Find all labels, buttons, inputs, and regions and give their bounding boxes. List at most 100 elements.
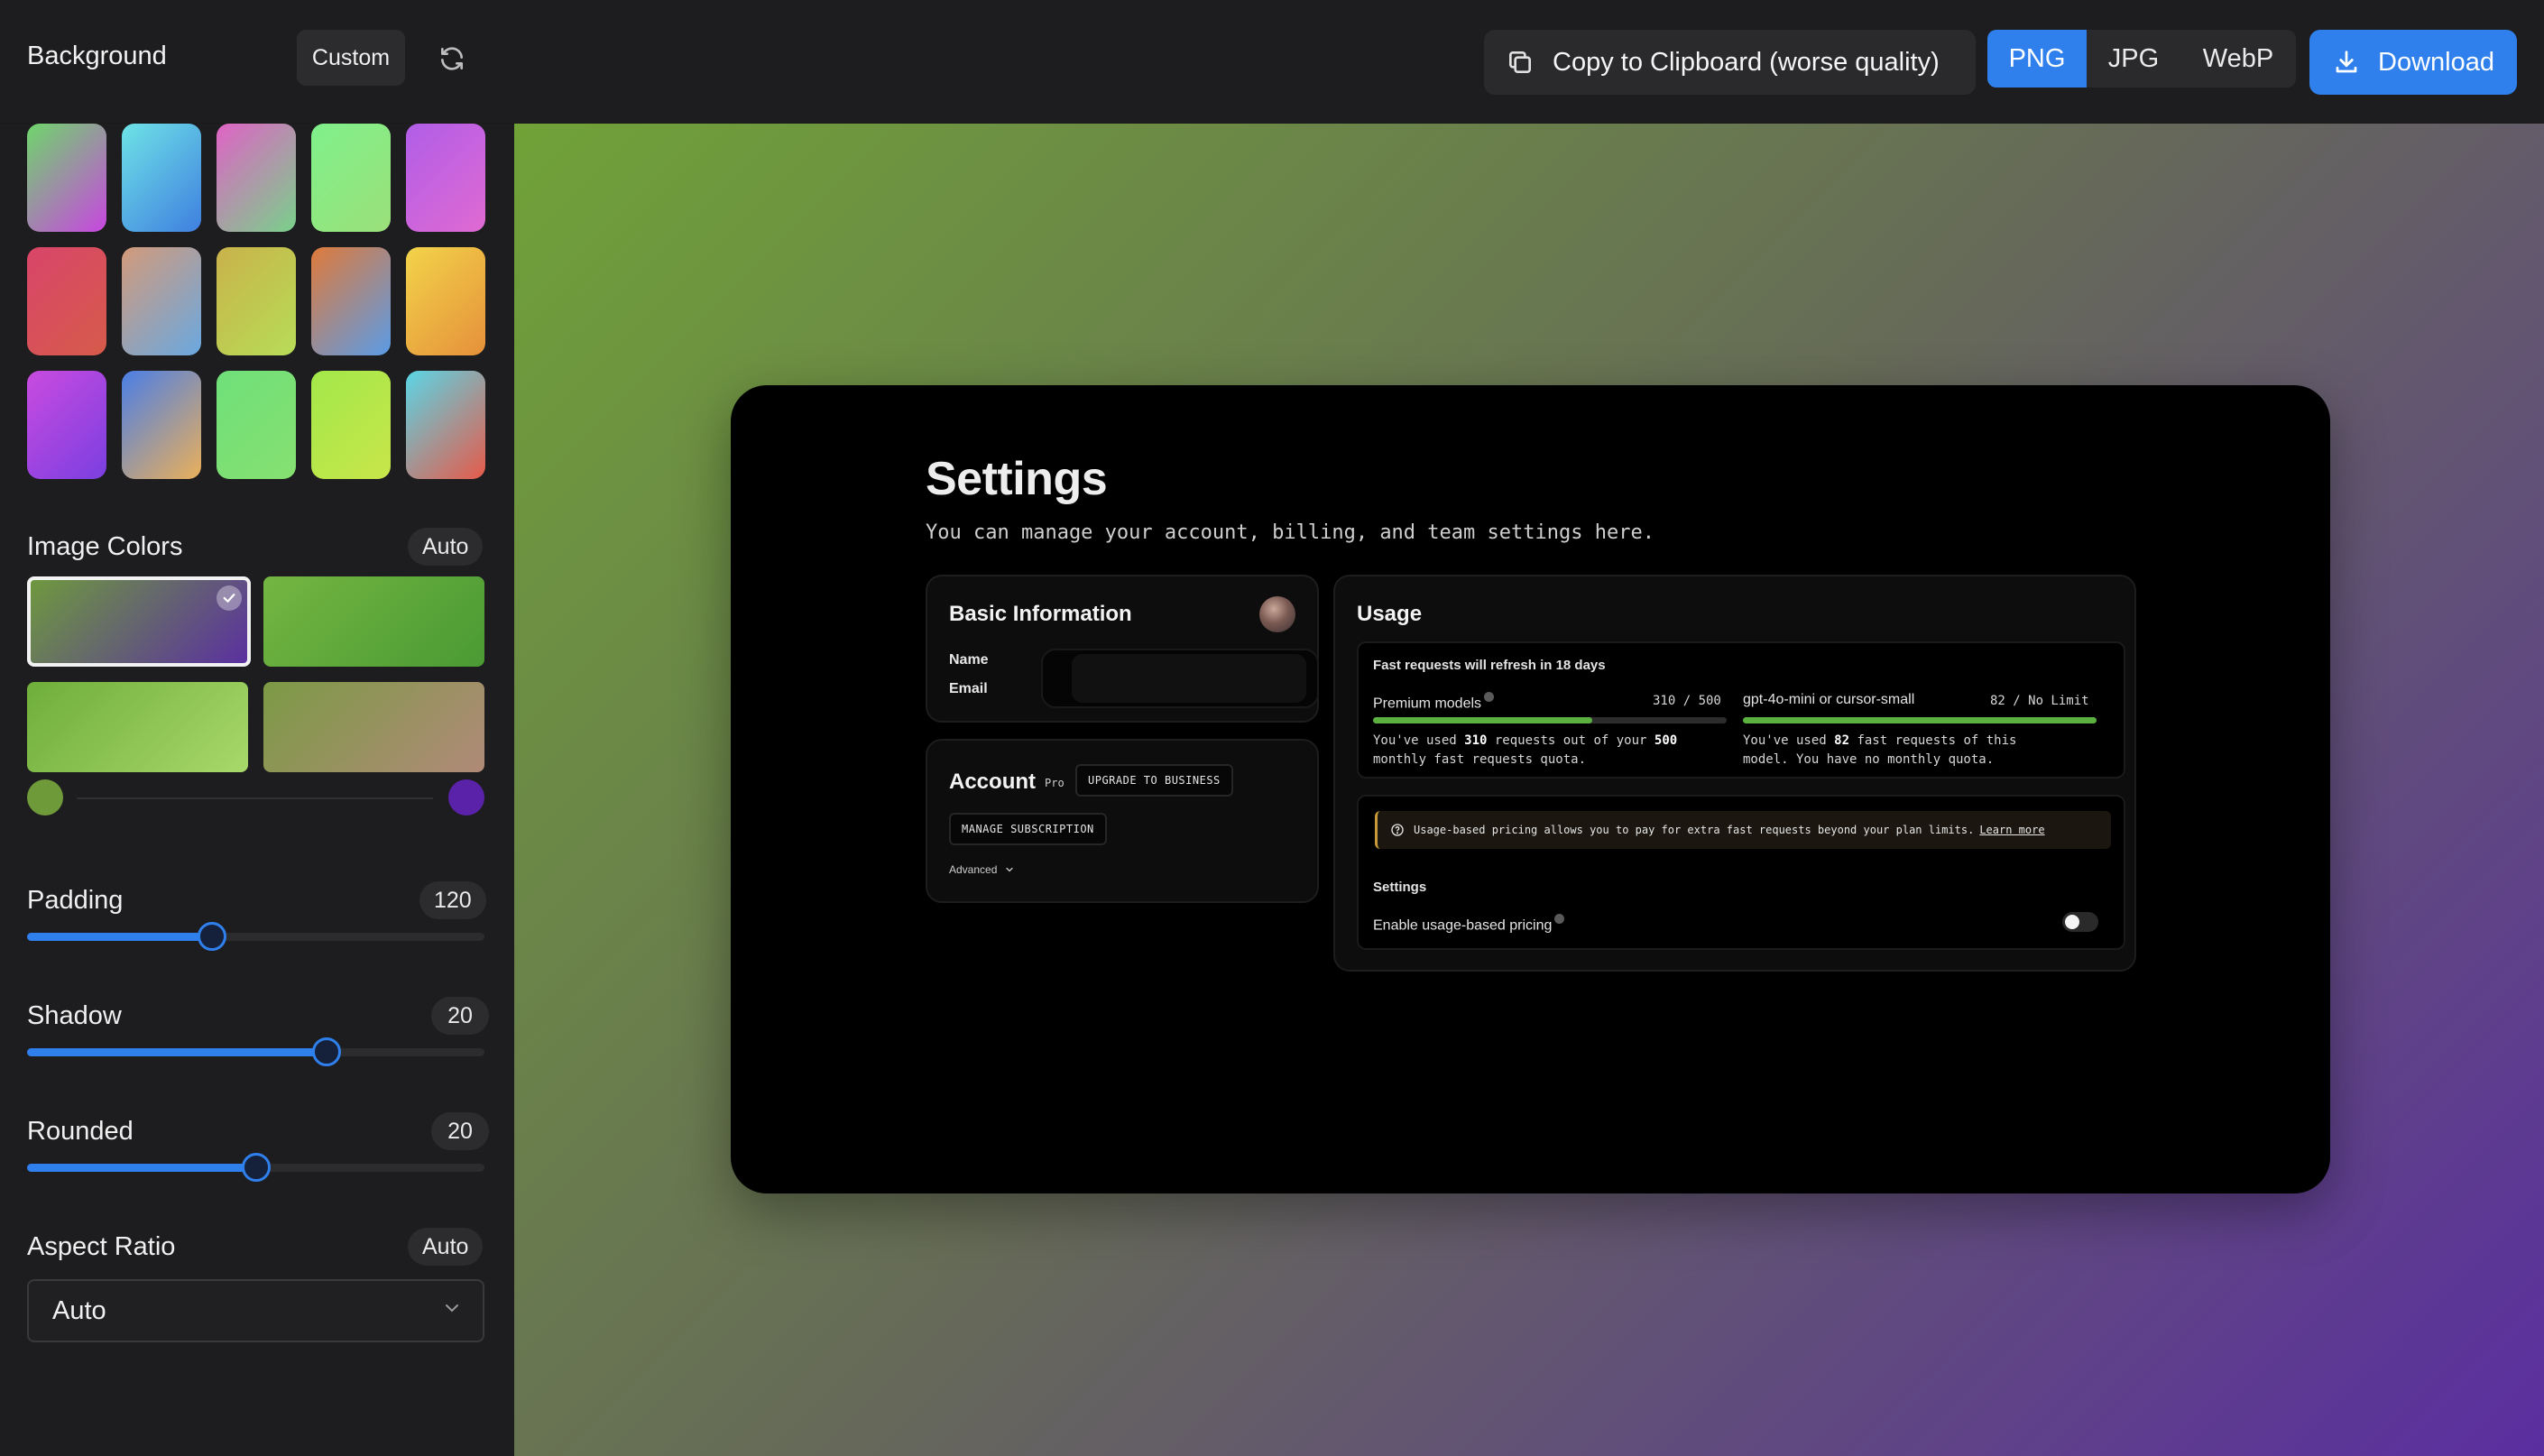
premium-progress — [1373, 717, 1727, 723]
background-preset-6[interactable] — [27, 247, 106, 355]
background-presets — [27, 124, 485, 479]
copy-icon — [1506, 47, 1536, 78]
download-icon — [2333, 48, 2362, 77]
usage-pricing-panel: Usage-based pricing allows you to pay fo… — [1357, 795, 2125, 950]
shadow-value: 20 — [431, 997, 489, 1035]
account-title: Account — [949, 769, 1036, 794]
email-label: Email — [949, 681, 988, 696]
rounded-slider-thumb[interactable] — [241, 1153, 271, 1182]
image-colors-label: Image Colors — [27, 532, 183, 561]
rounded-value: 20 — [431, 1112, 489, 1150]
plan-badge: Pro — [1045, 777, 1065, 789]
background-preset-13[interactable] — [217, 371, 296, 479]
image-colors-auto-pill[interactable]: Auto — [408, 528, 484, 566]
background-preset-15[interactable] — [406, 371, 485, 479]
fast-requests-panel: Fast requests will refresh in 18 days Pr… — [1357, 641, 2125, 779]
chevron-down-icon — [1004, 864, 1015, 875]
chevron-down-icon — [441, 1296, 463, 1326]
background-preset-2[interactable] — [122, 124, 201, 232]
basic-information-title: Basic Information — [949, 602, 1132, 626]
advanced-label: Advanced — [949, 863, 998, 876]
background-preset-3[interactable] — [217, 124, 296, 232]
usage-pricing-toggle — [2062, 912, 2098, 932]
screenshot-preview: Settings You can manage your account, bi… — [731, 385, 2330, 1193]
mini-progress-fill — [1743, 717, 2097, 723]
padding-slider[interactable] — [27, 922, 484, 951]
manage-subscription-button: MANAGE SUBSCRIPTION — [949, 813, 1107, 845]
mini-progress — [1743, 717, 2097, 723]
shadow-label: Shadow — [27, 1001, 122, 1030]
background-preset-14[interactable] — [311, 371, 391, 479]
gradient-start-color[interactable] — [27, 779, 63, 816]
background-preset-9[interactable] — [311, 247, 391, 355]
premium-progress-fill — [1373, 717, 1593, 723]
padding-label: Padding — [27, 886, 124, 915]
premium-models-label: Premium models — [1373, 692, 1495, 712]
learn-more-link: Learn more — [1979, 824, 2045, 836]
refresh-icon[interactable] — [433, 40, 471, 78]
copy-to-clipboard-button[interactable]: Copy to Clipboard (worse quality) — [1484, 30, 1976, 95]
padding-value: 120 — [419, 881, 486, 919]
profile-fields — [1041, 649, 1319, 708]
format-png-button[interactable]: PNG — [1987, 30, 2087, 88]
help-circle-icon — [1390, 822, 1406, 838]
usage-pricing-notice: Usage-based pricing allows you to pay fo… — [1375, 811, 2111, 849]
custom-background-button[interactable]: Custom — [297, 30, 405, 86]
preview-canvas: Settings You can manage your account, bi… — [514, 124, 2544, 1456]
background-preset-8[interactable] — [217, 247, 296, 355]
shadow-slider-fill — [27, 1048, 327, 1056]
gradient-line — [77, 797, 433, 799]
usage-title: Usage — [1357, 602, 1423, 626]
background-preset-4[interactable] — [311, 124, 391, 232]
check-icon — [217, 585, 242, 611]
aspect-ratio-label: Aspect Ratio — [27, 1232, 176, 1261]
image-color-option-3[interactable] — [27, 682, 248, 772]
format-selector: PNG JPG WebP — [1987, 30, 2296, 88]
background-preset-11[interactable] — [27, 371, 106, 479]
rounded-slider[interactable] — [27, 1153, 484, 1182]
shadow-slider[interactable] — [27, 1037, 484, 1066]
advanced-toggle: Advanced — [949, 863, 1015, 876]
background-preset-1[interactable] — [27, 124, 106, 232]
info-icon — [1554, 914, 1565, 924]
avatar — [1259, 596, 1295, 632]
notice-text: Usage-based pricing allows you to pay fo… — [1414, 824, 1975, 836]
info-icon — [1484, 692, 1495, 702]
settings-subtitle: You can manage your account, billing, an… — [926, 521, 1655, 544]
background-preset-7[interactable] — [122, 247, 201, 355]
top-toolbar: Background Custom Copy to Clipboard (wor… — [0, 0, 2544, 124]
basic-information-card: Basic Information Name Email — [926, 575, 1319, 723]
premium-count: 310 / 500 — [1653, 694, 1721, 708]
format-webp-button[interactable]: WebP — [2180, 30, 2296, 88]
rounded-label: Rounded — [27, 1117, 134, 1146]
mini-count: 82 / No Limit — [1990, 694, 2089, 708]
aspect-ratio-auto-pill[interactable]: Auto — [408, 1228, 484, 1266]
settings-subheading: Settings — [1373, 880, 1427, 895]
gradient-end-color[interactable] — [448, 779, 484, 816]
aspect-ratio-select[interactable]: Auto — [27, 1279, 484, 1342]
background-preset-12[interactable] — [122, 371, 201, 479]
shadow-slider-thumb[interactable] — [312, 1037, 342, 1066]
mini-models-label: gpt-4o-mini or cursor-small — [1743, 692, 1915, 707]
usage-pricing-label: Enable usage-based pricing — [1373, 914, 1565, 934]
mini-description: You've used 82 fast requests of this mod… — [1743, 733, 2017, 767]
download-label: Download — [2378, 47, 2494, 77]
background-preset-10[interactable] — [406, 247, 485, 355]
name-label: Name — [949, 652, 989, 668]
padding-slider-thumb[interactable] — [198, 922, 227, 951]
upgrade-to-business-button: UPGRADE TO BUSINESS — [1075, 764, 1233, 797]
image-color-option-2[interactable] — [263, 576, 484, 667]
download-button[interactable]: Download — [2309, 30, 2517, 95]
account-card: Account Pro UPGRADE TO BUSINESS MANAGE S… — [926, 739, 1319, 903]
refresh-note: Fast requests will refresh in 18 days — [1373, 658, 1606, 673]
background-preset-5[interactable] — [406, 124, 485, 232]
copy-label: Copy to Clipboard (worse quality) — [1553, 47, 1940, 77]
image-color-option-1[interactable] — [27, 576, 251, 667]
usage-card: Usage Fast requests will refresh in 18 d… — [1333, 575, 2136, 972]
format-jpg-button[interactable]: JPG — [2087, 30, 2180, 88]
aspect-ratio-selected: Auto — [52, 1295, 106, 1325]
settings-sidebar: Image Colors Auto Padding 120 Shadow 20 … — [0, 124, 514, 1456]
image-color-option-4[interactable] — [263, 682, 484, 772]
settings-title: Settings — [926, 453, 1108, 505]
padding-slider-fill — [27, 933, 213, 941]
